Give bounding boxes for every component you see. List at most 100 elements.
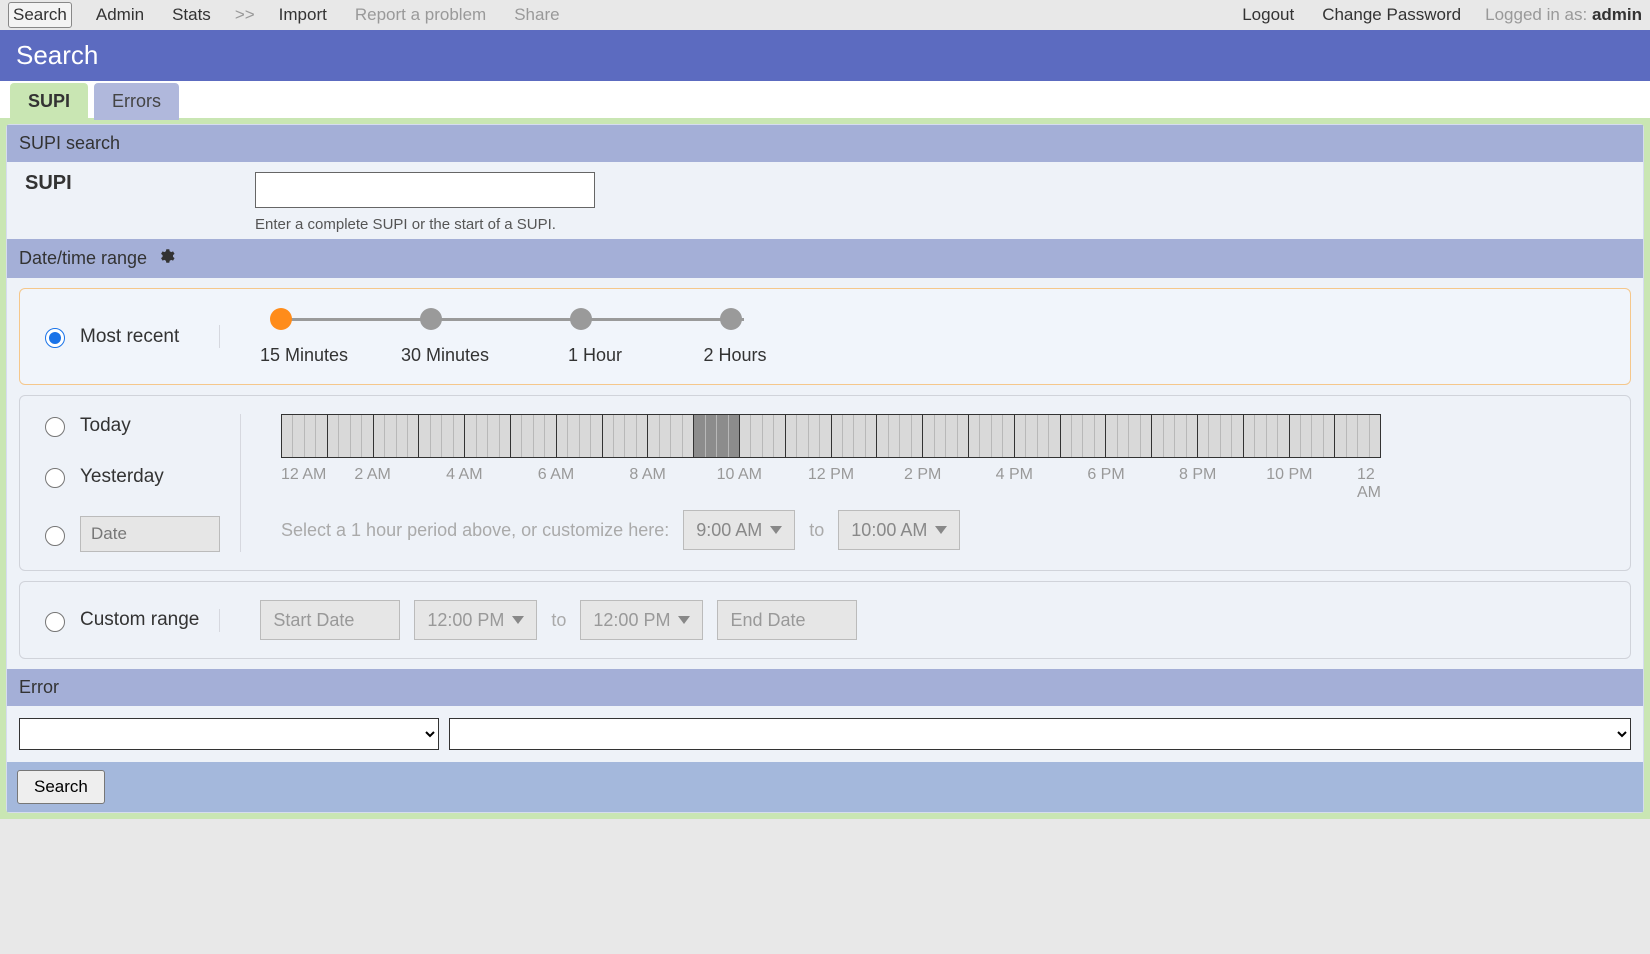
timeline-quarter[interactable] — [912, 415, 922, 457]
timeline-quarter[interactable] — [442, 415, 453, 457]
timeline-quarter[interactable] — [419, 415, 430, 457]
menu-admin[interactable]: Admin — [92, 3, 148, 27]
timeline-hour-19[interactable] — [1152, 415, 1198, 457]
timeline-quarter[interactable] — [1232, 415, 1242, 457]
timeline-quarter[interactable] — [1038, 415, 1049, 457]
timeline-quarter[interactable] — [740, 415, 751, 457]
timeline-quarter[interactable] — [1221, 415, 1232, 457]
timeline-quarter[interactable] — [900, 415, 911, 457]
supi-input[interactable] — [255, 172, 595, 208]
timeline-quarter[interactable] — [591, 415, 601, 457]
timeline-quarter[interactable] — [877, 415, 888, 457]
timeline-quarter[interactable] — [293, 415, 304, 457]
timeline-quarter[interactable] — [992, 415, 1003, 457]
timeline-quarter[interactable] — [923, 415, 934, 457]
end-date-input[interactable]: End Date — [717, 600, 857, 640]
timeline-quarter[interactable] — [1049, 415, 1059, 457]
timeline-hour-15[interactable] — [969, 415, 1015, 457]
timeline-quarter[interactable] — [637, 415, 647, 457]
timeline-quarter[interactable] — [1301, 415, 1312, 457]
timeline-quarter[interactable] — [580, 415, 591, 457]
timeline-quarter[interactable] — [316, 415, 326, 457]
timeline-quarter[interactable] — [660, 415, 671, 457]
timeline-quarter[interactable] — [500, 415, 510, 457]
timeline-quarter[interactable] — [488, 415, 499, 457]
timeline-quarter[interactable] — [431, 415, 442, 457]
yesterday-radio[interactable] — [45, 468, 65, 488]
tab-supi[interactable]: SUPI — [10, 83, 88, 120]
timeline-quarter[interactable] — [1003, 415, 1013, 457]
custom-radio-row[interactable]: Custom range — [40, 609, 199, 632]
timeline-quarter[interactable] — [751, 415, 762, 457]
timeline-quarter[interactable] — [1083, 415, 1094, 457]
timeline-hour-2[interactable] — [374, 415, 420, 457]
timeline-quarter[interactable] — [1175, 415, 1186, 457]
timeline-quarter[interactable] — [1129, 415, 1140, 457]
timeline-quarter[interactable] — [339, 415, 350, 457]
timeline-quarter[interactable] — [328, 415, 339, 457]
timeline-hour-0[interactable] — [282, 415, 328, 457]
today-radio[interactable] — [45, 417, 65, 437]
search-button[interactable]: Search — [17, 770, 105, 804]
menu-stats[interactable]: Stats — [168, 3, 215, 27]
menu-search[interactable]: Search — [8, 2, 72, 28]
timeline-quarter[interactable] — [935, 415, 946, 457]
timeline-quarter[interactable] — [786, 415, 797, 457]
timeline-hour-16[interactable] — [1015, 415, 1061, 457]
timeline-hour-14[interactable] — [923, 415, 969, 457]
timeline-quarter[interactable] — [545, 415, 555, 457]
timeline-hour-17[interactable] — [1061, 415, 1107, 457]
timeline-quarter[interactable] — [854, 415, 865, 457]
timeline-quarter[interactable] — [385, 415, 396, 457]
timeline-quarter[interactable] — [408, 415, 418, 457]
timeline-quarter[interactable] — [1187, 415, 1197, 457]
start-date-input[interactable]: Start Date — [260, 600, 400, 640]
timeline-quarter[interactable] — [969, 415, 980, 457]
timeline-quarter[interactable] — [1164, 415, 1175, 457]
timeline-quarter[interactable] — [282, 415, 293, 457]
timeline-quarter[interactable] — [397, 415, 408, 457]
timeline-hour-11[interactable] — [786, 415, 832, 457]
slider-stop-30min[interactable] — [420, 308, 442, 330]
timeline-quarter[interactable] — [362, 415, 372, 457]
timeline-quarter[interactable] — [1370, 415, 1380, 457]
timeline-quarter[interactable] — [557, 415, 568, 457]
timeline-quarter[interactable] — [568, 415, 579, 457]
timeline-hour-5[interactable] — [511, 415, 557, 457]
timeline-hour-18[interactable] — [1106, 415, 1152, 457]
timeline-quarter[interactable] — [1106, 415, 1117, 457]
timeline-quarter[interactable] — [763, 415, 774, 457]
timeline-quarter[interactable] — [1244, 415, 1255, 457]
timeline-quarter[interactable] — [1312, 415, 1323, 457]
custom-range-radio[interactable] — [45, 612, 65, 632]
timeline-quarter[interactable] — [351, 415, 362, 457]
date-radio-row[interactable]: Date — [40, 516, 220, 552]
timeline-hour-6[interactable] — [557, 415, 603, 457]
menu-import[interactable]: Import — [275, 3, 331, 27]
timeline-quarter[interactable] — [1290, 415, 1301, 457]
timeline-quarter[interactable] — [1026, 415, 1037, 457]
timeline-hour-7[interactable] — [603, 415, 649, 457]
timeline-hour-8[interactable] — [648, 415, 694, 457]
timeline-quarter[interactable] — [305, 415, 316, 457]
date-input[interactable]: Date — [80, 516, 220, 552]
custom-from-time-select[interactable]: 12:00 PM — [414, 600, 537, 640]
timeline-quarter[interactable] — [1335, 415, 1346, 457]
timeline-quarter[interactable] — [889, 415, 900, 457]
yesterday-radio-row[interactable]: Yesterday — [40, 465, 220, 488]
timeline-hour-9[interactable] — [694, 415, 740, 457]
timeline-quarter[interactable] — [625, 415, 636, 457]
menu-change-password[interactable]: Change Password — [1318, 3, 1465, 27]
timeline-hour-23[interactable] — [1335, 415, 1380, 457]
timeline-quarter[interactable] — [797, 415, 808, 457]
timeline-quarter[interactable] — [374, 415, 385, 457]
menu-logout[interactable]: Logout — [1238, 3, 1298, 27]
slider-stop-1hour[interactable] — [570, 308, 592, 330]
timeline-quarter[interactable] — [729, 415, 739, 457]
timeline-quarter[interactable] — [1198, 415, 1209, 457]
timeline-quarter[interactable] — [1072, 415, 1083, 457]
timeline-hour-3[interactable] — [419, 415, 465, 457]
menu-report-problem[interactable]: Report a problem — [351, 3, 490, 27]
timeline-hour-10[interactable] — [740, 415, 786, 457]
timeline-hour-13[interactable] — [877, 415, 923, 457]
